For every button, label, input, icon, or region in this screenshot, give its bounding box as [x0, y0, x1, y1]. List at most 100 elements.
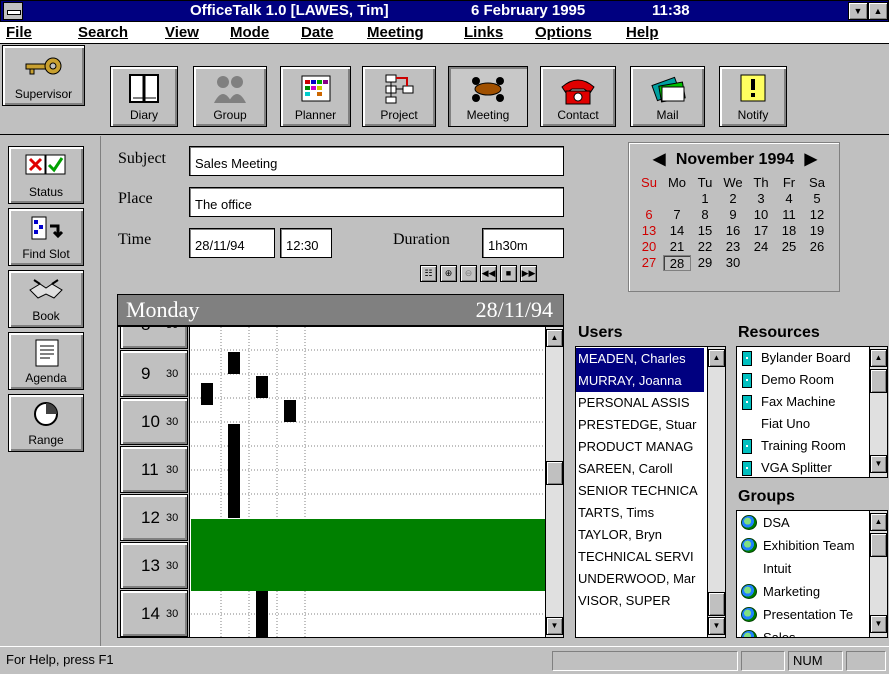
scroll-up-icon[interactable]: ▲: [870, 513, 887, 531]
calendar-day[interactable]: 23: [719, 239, 747, 255]
group-item[interactable]: Presentation Te: [737, 603, 867, 626]
fast-forward-icon[interactable]: ▶▶: [520, 265, 537, 282]
contact-button[interactable]: Contact: [540, 66, 616, 127]
calendar-day[interactable]: 30: [719, 255, 747, 271]
calendar-day[interactable]: 1: [691, 191, 719, 207]
find-slot-button[interactable]: Find Slot: [8, 208, 84, 266]
menu-links[interactable]: Links: [464, 24, 503, 41]
user-item[interactable]: UNDERWOOD, Mar: [576, 568, 704, 590]
menu-search[interactable]: Search: [78, 24, 128, 41]
scroll-thumb[interactable]: [546, 461, 563, 485]
scroll-up-icon[interactable]: ▲: [708, 349, 725, 367]
rewind-icon[interactable]: ◀◀: [480, 265, 497, 282]
subject-field[interactable]: Sales Meeting: [189, 146, 564, 176]
group-item[interactable]: Intuit: [737, 557, 867, 580]
project-button[interactable]: Project: [362, 66, 436, 127]
schedule-scrollbar[interactable]: ▲ ▼: [545, 327, 563, 637]
menu-options[interactable]: Options: [535, 24, 592, 41]
book-button[interactable]: Book: [8, 270, 84, 328]
user-item[interactable]: VISOR, SUPER: [576, 590, 704, 612]
resource-item[interactable]: Fax Machine: [737, 391, 867, 413]
calendar-day[interactable]: 15: [691, 223, 719, 239]
calendar-day[interactable]: 22: [691, 239, 719, 255]
calendar-day[interactable]: 4: [775, 191, 803, 207]
scroll-down-icon[interactable]: ▼: [870, 615, 887, 633]
resource-item[interactable]: Demo Room: [737, 369, 867, 391]
menu-meeting[interactable]: Meeting: [367, 24, 424, 41]
resource-item[interactable]: Bylander Board: [737, 347, 867, 369]
range-button[interactable]: Range: [8, 394, 84, 452]
calendar-day[interactable]: 20: [635, 239, 663, 255]
menu-date[interactable]: Date: [301, 24, 334, 41]
calendar-day[interactable]: 12: [803, 207, 831, 223]
calendar-day[interactable]: 18: [775, 223, 803, 239]
scroll-down-icon[interactable]: ▼: [708, 617, 725, 635]
calendar-day[interactable]: 11: [775, 207, 803, 223]
resources-scrollbar[interactable]: ▲ ▼: [869, 347, 887, 477]
calendar-day[interactable]: 24: [747, 239, 775, 255]
system-menu-button[interactable]: [3, 2, 23, 20]
scroll-thumb[interactable]: [708, 592, 725, 616]
calendar-day[interactable]: 13: [635, 223, 663, 239]
calendar-day[interactable]: 2: [719, 191, 747, 207]
place-field[interactable]: The office: [189, 187, 564, 217]
groups-list[interactable]: DSA Exhibition Team Intuit Marketing Present…: [736, 510, 888, 638]
maximize-button[interactable]: ▲: [868, 2, 888, 20]
calendar-day[interactable]: 10: [747, 207, 775, 223]
calendar-day[interactable]: 8: [691, 207, 719, 223]
menu-file[interactable]: File: [6, 24, 32, 41]
duration-field[interactable]: 1h30m: [482, 228, 564, 258]
agenda-button[interactable]: Agenda: [8, 332, 84, 390]
meeting-block[interactable]: [191, 519, 545, 591]
user-item[interactable]: PRESTEDGE, Stuar: [576, 414, 704, 436]
user-item[interactable]: TAYLOR, Bryn: [576, 524, 704, 546]
status-button[interactable]: Status: [8, 146, 84, 204]
date-field[interactable]: 28/11/94: [189, 228, 275, 258]
supervisor-button[interactable]: Supervisor: [2, 45, 85, 106]
menu-mode[interactable]: Mode: [230, 24, 269, 41]
next-month-icon[interactable]: ▶: [805, 151, 817, 168]
user-item[interactable]: SAREEN, Caroll: [576, 458, 704, 480]
resources-list[interactable]: Bylander Board Demo Room Fax Machine Fiat U…: [736, 346, 888, 478]
users-scrollbar[interactable]: ▲ ▼: [707, 347, 725, 637]
calendar-day[interactable]: 5: [803, 191, 831, 207]
calendar-day[interactable]: 21: [663, 239, 691, 255]
calendar-day[interactable]: 26: [803, 239, 831, 255]
scroll-thumb[interactable]: [870, 533, 887, 557]
groups-scrollbar[interactable]: ▲ ▼: [869, 511, 887, 637]
calendar-day[interactable]: 9: [719, 207, 747, 223]
calendar-day[interactable]: 7: [663, 207, 691, 223]
user-item[interactable]: MURRAY, Joanna: [576, 370, 704, 392]
calendar-day[interactable]: 6: [635, 207, 663, 223]
group-button[interactable]: Group: [193, 66, 267, 127]
user-item[interactable]: MEADEN, Charles: [576, 348, 704, 370]
calendar-day[interactable]: 28: [663, 255, 691, 271]
diary-button[interactable]: Diary: [110, 66, 178, 127]
prev-month-icon[interactable]: ◀: [653, 151, 665, 168]
minimize-button[interactable]: ▼: [848, 2, 868, 20]
stop-icon[interactable]: ■: [500, 265, 517, 282]
menu-view[interactable]: View: [165, 24, 199, 41]
scroll-down-icon[interactable]: ▼: [870, 455, 887, 473]
planner-button[interactable]: Planner: [280, 66, 351, 127]
calendar-day[interactable]: 29: [691, 255, 719, 271]
resource-item[interactable]: Fiat Uno: [737, 413, 867, 435]
scroll-up-icon[interactable]: ▲: [870, 349, 887, 367]
users-list[interactable]: MEADEN, Charles MURRAY, Joanna PERSONAL AS…: [575, 346, 726, 638]
zoom-out-icon[interactable]: ⊖: [460, 265, 477, 282]
meeting-button[interactable]: Meeting: [448, 66, 528, 127]
user-item[interactable]: SENIOR TECHNICA: [576, 480, 704, 502]
mail-button[interactable]: Mail: [630, 66, 705, 127]
calendar-day[interactable]: 19: [803, 223, 831, 239]
calendar-day[interactable]: 3: [747, 191, 775, 207]
user-item[interactable]: PERSONAL ASSIS: [576, 392, 704, 414]
scroll-up-icon[interactable]: ▲: [546, 329, 563, 347]
resource-item[interactable]: VGA Splitter: [737, 457, 867, 477]
group-item[interactable]: Marketing: [737, 580, 867, 603]
zoom-in-icon[interactable]: ⊕: [440, 265, 457, 282]
scroll-down-icon[interactable]: ▼: [546, 617, 563, 635]
calendar-day[interactable]: 17: [747, 223, 775, 239]
calendar-day[interactable]: 16: [719, 223, 747, 239]
group-item[interactable]: Sales: [737, 626, 867, 637]
schedule-grid[interactable]: 8 30 9 30 10 30 11 30 12 30 13 30 14 30 ▲ ▼: [117, 326, 564, 638]
